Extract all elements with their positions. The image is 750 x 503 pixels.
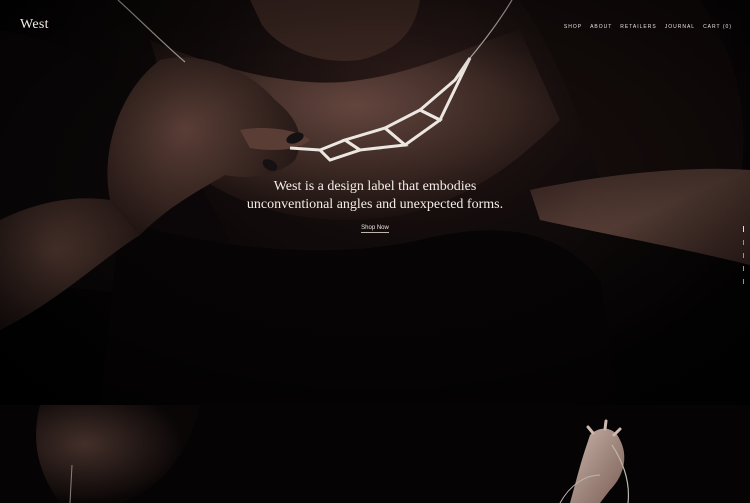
brand-logo[interactable]: West [20,17,49,33]
hero-tagline: West is a design label that embodies unc… [0,178,750,214]
hero-tagline-line2: unconventional angles and unexpected for… [246,197,504,212]
nav-cart[interactable]: CART (0) [703,24,732,30]
hero-tagline-line1: West is a design label that embodies [273,179,477,194]
second-section-photo [36,405,630,503]
slide-dot-4[interactable] [742,266,744,271]
shop-now-link[interactable]: Shop Now [361,225,389,233]
main-nav: SHOP ABOUT RETAILERS JOURNAL CART (0) [564,24,732,30]
slide-indicator[interactable] [742,226,744,284]
nav-journal[interactable]: JOURNAL [665,24,695,30]
nav-shop[interactable]: SHOP [564,24,582,30]
page: West SHOP ABOUT RETAILERS JOURNAL CART (… [0,0,750,503]
slide-dot-5[interactable] [742,279,744,284]
slide-dot-2[interactable] [742,240,744,245]
slide-dot-3[interactable] [742,253,744,258]
shop-now-container: Shop Now [0,225,750,233]
slide-dot-1[interactable] [742,226,744,232]
nav-about[interactable]: ABOUT [590,24,612,30]
hero-section: West SHOP ABOUT RETAILERS JOURNAL CART (… [0,0,750,405]
second-section [0,405,750,503]
nav-retailers[interactable]: RETAILERS [620,24,656,30]
